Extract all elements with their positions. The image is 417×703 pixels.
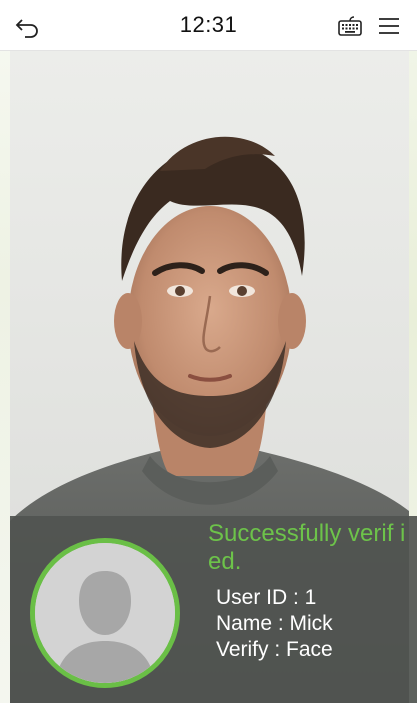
person-silhouette-icon: [35, 543, 175, 683]
hamburger-menu-icon[interactable]: [375, 14, 403, 38]
keyboard-icon[interactable]: [336, 14, 364, 38]
top-status-bar: 12:31: [0, 0, 417, 51]
verification-success-message: Successfully verif ied.: [208, 520, 406, 575]
user-id-label: User ID : 1: [216, 586, 317, 609]
device-screen: 12:31 Successfully verif ied. User ID: …: [0, 0, 417, 703]
verification-result-panel: Successfully verif ied. User ID : 1 Name…: [10, 516, 417, 703]
user-avatar: [30, 538, 180, 688]
verify-method-label: Verify : Face: [216, 638, 333, 661]
user-name-label: Name : Mick: [216, 612, 333, 635]
